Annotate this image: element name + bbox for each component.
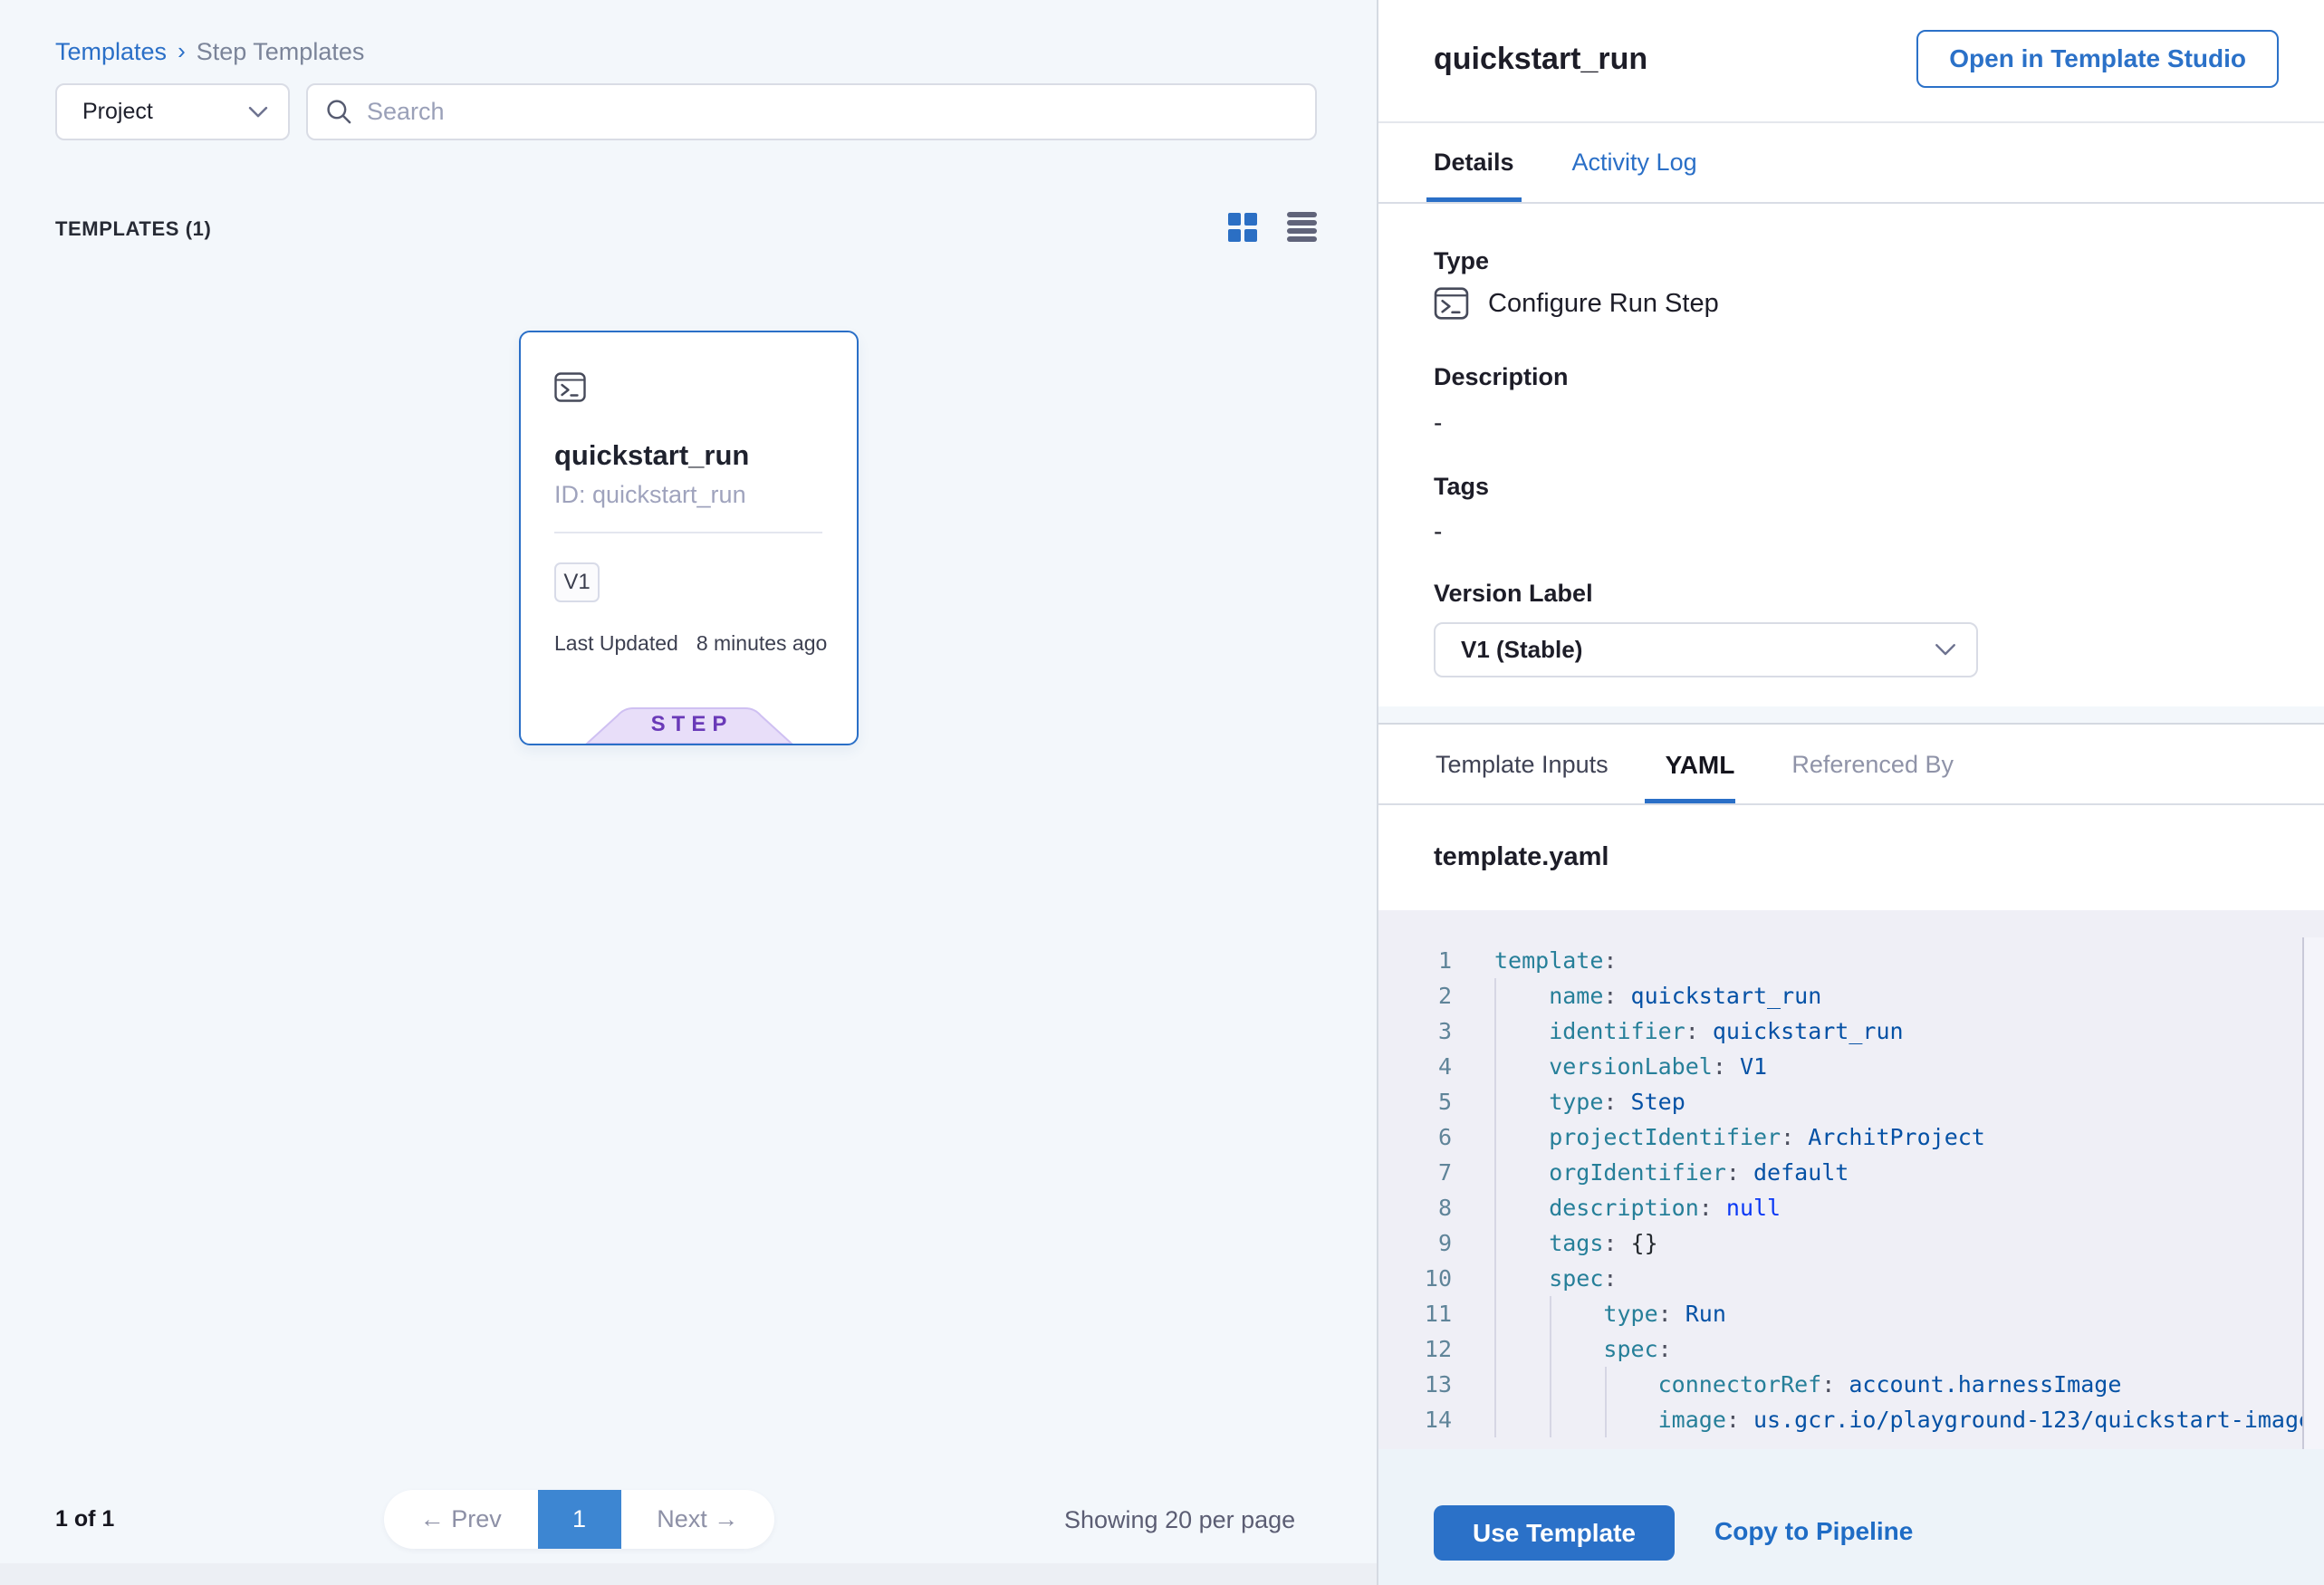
footer-strip: [0, 1563, 1377, 1585]
yaml-line: 6 projectIdentifier: ArchitProject: [1378, 1119, 2324, 1155]
yaml-line: 7 orgIdentifier: default: [1378, 1155, 2324, 1190]
indent-guide: [1605, 1367, 1607, 1437]
tab-yaml[interactable]: YAML: [1666, 751, 1735, 780]
yaml-line: 4 versionLabel: V1: [1378, 1049, 2324, 1084]
arrow-left-icon: ←: [420, 1505, 445, 1532]
scope-filter-value: Project: [82, 99, 248, 125]
active-subtab-underline: [1645, 799, 1735, 803]
breadcrumb-templates-link[interactable]: Templates: [55, 38, 167, 66]
yaml-line: 12 spec:: [1378, 1331, 2324, 1367]
yaml-line: 2 name: quickstart_run: [1378, 978, 2324, 1013]
yaml-line: 9 tags: {}: [1378, 1225, 2324, 1261]
grid-view-icon[interactable]: [1228, 213, 1257, 242]
yaml-file-name: template.yaml: [1434, 842, 1609, 872]
yaml-section-tabs: Template Inputs YAML Referenced By: [1378, 726, 2324, 805]
yaml-line: 11 type: Run: [1378, 1296, 2324, 1331]
yaml-line: 3 identifier: quickstart_run: [1378, 1013, 2324, 1049]
tab-referenced-by[interactable]: Referenced By: [1791, 751, 1954, 779]
run-step-terminal-icon: [554, 372, 586, 402]
scope-filter-select[interactable]: Project: [55, 83, 290, 140]
pagination: ← Prev 1 Next →: [384, 1490, 774, 1549]
chevron-down-icon: [1935, 643, 1956, 657]
tab-activity-log[interactable]: Activity Log: [1572, 149, 1697, 177]
active-tab-underline: [1426, 197, 1522, 202]
detail-footer: Use Template Copy to Pipeline: [1378, 1449, 2324, 1585]
editor-scrollbar[interactable]: [2302, 937, 2324, 1449]
last-updated-value: 8 minutes ago: [696, 631, 827, 656]
view-toggles: [1228, 212, 1317, 242]
detail-title: quickstart_run: [1434, 42, 1647, 77]
version-select-value: V1 (Stable): [1461, 636, 1935, 664]
step-type-badge-label: STEP: [585, 712, 793, 737]
templates-count-label: TEMPLATES (1): [55, 217, 211, 241]
template-card[interactable]: quickstart_run ID: quickstart_run V1 Las…: [519, 331, 859, 745]
yaml-editor[interactable]: 1template:2 name: quickstart_run3 identi…: [1378, 910, 2324, 1449]
version-label: Version Label: [1434, 580, 1593, 608]
tags-value: -: [1434, 517, 1442, 546]
detail-tabs: Details Activity Log: [1378, 123, 2324, 204]
arrow-right-icon: →: [714, 1505, 738, 1532]
page-size-label: Showing 20 per page: [1064, 1506, 1295, 1534]
template-card-title: quickstart_run: [554, 439, 749, 472]
tab-details[interactable]: Details: [1434, 149, 1514, 177]
description-value: -: [1434, 408, 1442, 437]
list-view-icon[interactable]: [1287, 212, 1317, 242]
indent-guide: [1494, 978, 1496, 1437]
version-badge: V1: [554, 562, 600, 602]
search-input[interactable]: [367, 98, 1297, 126]
section-divider-band: [1378, 706, 2324, 725]
type-value: Configure Run Step: [1488, 289, 1719, 319]
yaml-line: 14 image: us.gcr.io/playground-123/quick…: [1378, 1402, 2324, 1437]
last-updated-label: Last Updated: [554, 631, 678, 656]
template-card-id: ID: quickstart_run: [554, 481, 746, 509]
yaml-line: 1template:: [1378, 943, 2324, 978]
type-row: Configure Run Step: [1434, 287, 1719, 320]
indent-guide: [1550, 1296, 1551, 1437]
tags-label: Tags: [1434, 473, 1489, 501]
yaml-line: 5 type: Step: [1378, 1084, 2324, 1119]
detail-header: quickstart_run Open in Template Studio: [1378, 0, 2324, 123]
yaml-line: 10 spec:: [1378, 1261, 2324, 1296]
breadcrumb: Templates › Step Templates: [55, 38, 364, 66]
copy-to-pipeline-link[interactable]: Copy to Pipeline: [1714, 1517, 1913, 1546]
templates-page: Templates › Step Templates Project TEMPL…: [0, 0, 2324, 1585]
yaml-line: 8 description: null: [1378, 1190, 2324, 1225]
card-divider: [554, 532, 822, 533]
use-template-button[interactable]: Use Template: [1434, 1505, 1675, 1561]
search-icon: [326, 99, 352, 125]
yaml-line: 13 connectorRef: account.harnessImage: [1378, 1367, 2324, 1402]
last-updated-row: Last Updated 8 minutes ago: [554, 631, 827, 656]
template-detail-panel: quickstart_run Open in Template Studio D…: [1378, 0, 2324, 1585]
tab-template-inputs[interactable]: Template Inputs: [1436, 751, 1609, 779]
page-summary: 1 of 1: [55, 1506, 114, 1532]
breadcrumb-current: Step Templates: [197, 38, 365, 66]
breadcrumb-chevron-icon: ›: [178, 37, 186, 65]
step-type-badge: STEP: [585, 707, 793, 744]
type-label: Type: [1434, 247, 1489, 275]
next-page-button[interactable]: Next →: [621, 1505, 775, 1533]
yaml-code-lines: 1template:2 name: quickstart_run3 identi…: [1378, 943, 2324, 1437]
templates-list-panel: Templates › Step Templates Project TEMPL…: [0, 0, 1378, 1585]
current-page-button[interactable]: 1: [538, 1490, 621, 1549]
open-in-template-studio-button[interactable]: Open in Template Studio: [1916, 30, 2279, 88]
search-box: [306, 83, 1317, 140]
run-step-terminal-icon: [1434, 287, 1469, 320]
description-label: Description: [1434, 363, 1569, 391]
chevron-down-icon: [248, 106, 268, 119]
prev-page-button[interactable]: ← Prev: [384, 1505, 538, 1533]
version-select[interactable]: V1 (Stable): [1434, 622, 1978, 677]
